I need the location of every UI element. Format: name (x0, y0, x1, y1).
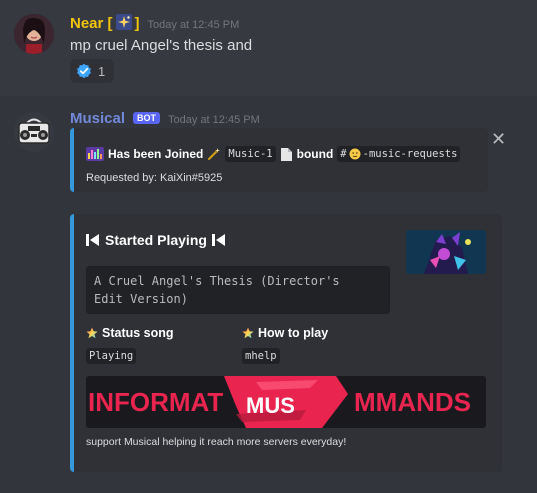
skip-back-icon (86, 234, 99, 246)
author-name[interactable]: Musical (70, 110, 125, 127)
joined-text: Has been Joined (108, 147, 204, 161)
timestamp: Today at 12:45 PM (168, 114, 260, 126)
banner-text-mid: MUS (246, 393, 295, 418)
message-musical: Musical BOT Today at 12:45 PM ✕ Has been… (0, 96, 537, 493)
field-status-song: Status song Playing (86, 326, 174, 364)
wand-icon (208, 148, 221, 160)
field-name: Status song (86, 326, 174, 340)
embed-footer: support Musical helping it reach more se… (86, 436, 347, 448)
reaction-count: 1 (98, 63, 106, 79)
boombox-icon (14, 112, 54, 152)
author-line: Near [ ] Today at 12:45 PM (70, 14, 239, 32)
close-icon[interactable]: ✕ (491, 130, 506, 148)
field-value: mhelp (242, 348, 280, 364)
message-near: Near [ ] Today at 12:45 PM mp cruel Ange… (0, 0, 537, 96)
document-icon (280, 147, 292, 161)
face-icon (349, 148, 361, 160)
avatar-near[interactable] (14, 14, 54, 54)
embed-now-playing: Started Playing A Cruel Angel's Thesis (… (70, 214, 502, 472)
rainbow-star-icon (86, 327, 98, 339)
author-line: Musical BOT Today at 12:45 PM (70, 110, 260, 127)
song-title-codeblock: A Cruel Angel's Thesis (Director's Edit V… (86, 266, 390, 314)
author-name[interactable]: Near [ ] (70, 14, 140, 32)
message-content: mp cruel Angel's thesis and (70, 37, 253, 54)
requested-by: Requested by: KaiXin#5925 (86, 172, 223, 184)
timestamp: Today at 12:45 PM (147, 19, 240, 31)
reaction-button[interactable]: 1 (70, 59, 114, 83)
song-thumbnail[interactable] (406, 230, 486, 274)
banner-text-left: INFORMAT (88, 387, 223, 417)
music-bars-icon (86, 147, 104, 161)
field-how-to-play: How to play mhelp (242, 326, 328, 364)
skip-back-icon (211, 234, 225, 246)
embed-joined: Has been Joined Music-1 bound # -music-re… (70, 128, 488, 192)
avatar-musical[interactable] (14, 112, 54, 152)
banner-text-right: MMANDS (354, 387, 471, 417)
bound-text: bound (296, 147, 334, 161)
text-channel[interactable]: # -music-requests (337, 146, 461, 162)
field-value: Playing (86, 348, 137, 364)
bot-badge: BOT (133, 112, 161, 124)
sparkles-icon (115, 14, 132, 30)
field-name: How to play (242, 326, 328, 340)
voice-channel[interactable]: Music-1 (225, 146, 276, 162)
embed-title: Started Playing (86, 232, 226, 248)
embed-joined-line: Has been Joined Music-1 bound # -music-re… (86, 146, 461, 162)
verified-check-icon (77, 63, 91, 79)
rainbow-star-icon (242, 327, 254, 339)
embed-banner-image[interactable]: INFORMAT MUS MMANDS (86, 376, 486, 428)
